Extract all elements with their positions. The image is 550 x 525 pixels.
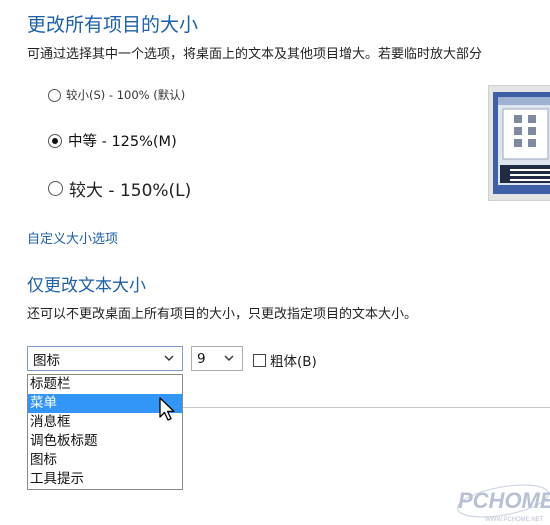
description-change-text: 还可以不更改桌面上所有项目的大小，只更改指定项目的文本大小。 [27, 307, 418, 322]
item-type-select[interactable]: 图标 [27, 346, 183, 371]
radio-selected-dot [52, 137, 58, 144]
item-type-dropdown-list[interactable]: 标题栏 菜单 消息框 调色板标题 图标 工具提示 [27, 374, 183, 490]
custom-size-options-link[interactable]: 自定义大小选项 [27, 228, 118, 247]
radio-label: 较大 - 150%(L) [69, 181, 192, 201]
heading-change-all-items: 更改所有项目的大小 [27, 14, 199, 36]
description-change-all: 可通过选择其中一个选项，将桌面上的文本及其他项目增大。若要临时放大部分 [27, 47, 483, 62]
heading-change-text-only: 仅更改文本大小 [27, 276, 146, 296]
bold-label: 粗体(B) [270, 354, 317, 370]
radio-option-small[interactable]: 较小(S) - 100% (默认) [48, 87, 185, 103]
divider-line [182, 407, 550, 408]
radio-button[interactable] [48, 181, 63, 196]
radio-button[interactable] [48, 133, 62, 148]
dropdown-item-icon[interactable]: 图标 [28, 451, 182, 470]
chevron-down-icon [224, 355, 234, 361]
svg-text:WWW.PCHOME.NET: WWW.PCHOME.NET [485, 517, 544, 523]
pchome-watermark-logo: PCHOME WWW.PCHOME.NET [457, 484, 550, 523]
bold-checkbox-row[interactable]: 粗体(B) [253, 350, 317, 370]
font-size-select[interactable]: 9 [191, 346, 243, 371]
dropdown-item-titlebar[interactable]: 标题栏 [28, 375, 182, 394]
bold-checkbox[interactable] [253, 353, 266, 367]
radio-label: 较小(S) - 100% (默认) [66, 88, 186, 102]
mouse-pointer-icon [159, 397, 175, 421]
radio-option-medium[interactable]: 中等 - 125%(M) [48, 130, 177, 151]
svg-text:PCHOME: PCHOME [458, 488, 550, 513]
radio-button[interactable] [48, 88, 61, 102]
display-preview-icon [488, 85, 550, 201]
size-select-value: 9 [197, 350, 206, 367]
dropdown-item-palette-title[interactable]: 调色板标题 [28, 432, 182, 451]
radio-label: 中等 - 125%(M) [68, 134, 177, 150]
item-select-value: 图标 [33, 352, 60, 369]
dropdown-item-tooltip[interactable]: 工具提示 [28, 470, 182, 489]
chevron-down-icon [164, 355, 174, 361]
radio-option-large[interactable]: 较大 - 150%(L) [48, 176, 191, 201]
